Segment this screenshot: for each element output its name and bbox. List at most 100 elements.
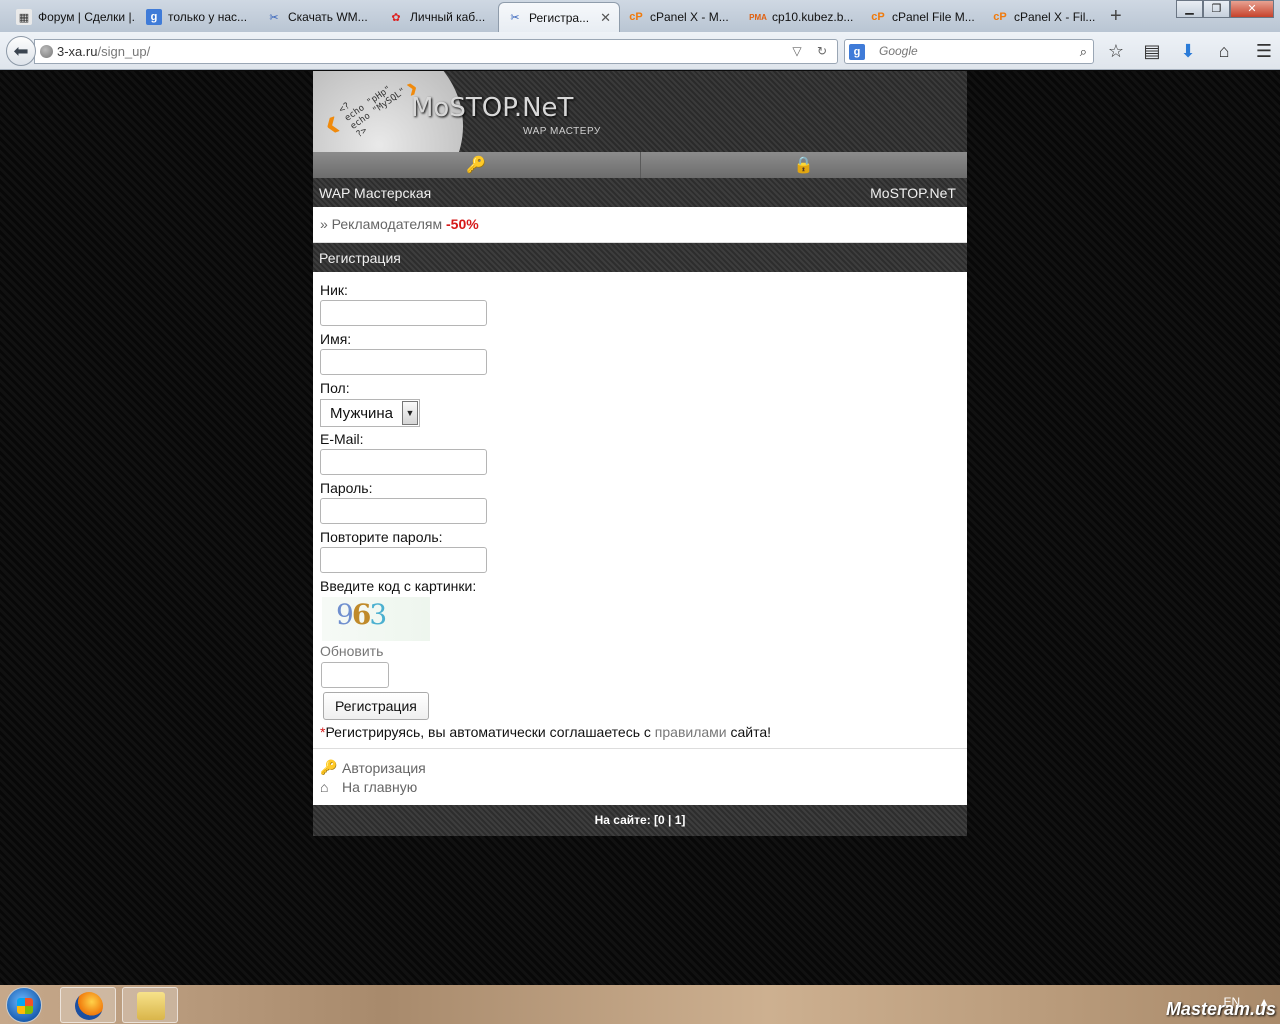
ad-discount: -50%: [446, 216, 479, 232]
email-input[interactable]: [320, 449, 487, 475]
home-link[interactable]: ⌂ На главную: [320, 777, 960, 796]
section-title: Регистрация: [319, 249, 401, 266]
nick-input[interactable]: [320, 300, 487, 326]
windows-taskbar: EN ▲ Masteram.us: [0, 985, 1280, 1024]
address-bar[interactable]: 3-xa.ru/sign_up/ ▽ ↻: [34, 39, 838, 64]
house-icon: ⌂: [320, 778, 329, 795]
registration-form: Ник: Имя: Пол: Мужчина ▼ E-Mail: Пароль:…: [313, 272, 967, 805]
nav-link-wap[interactable]: WAP Мастерская: [319, 185, 431, 201]
password-input[interactable]: [320, 498, 487, 524]
ad-box: » Рекламодателям -50%: [313, 207, 967, 243]
rules-link[interactable]: правилами: [655, 724, 727, 740]
phpmyadmin-icon: PMA: [749, 12, 767, 22]
taskbar-explorer[interactable]: [122, 987, 178, 1023]
captcha-digits: 963: [336, 598, 387, 631]
register-lock-button[interactable]: 🔒: [639, 152, 968, 178]
site-container: <? echo "pHp" echo "MySQL" ?> ‹ › MoSTOP.Ne…: [313, 71, 967, 836]
site-header: <? echo "pHp" echo "MySQL" ?> ‹ › MoSTOP.Ne…: [313, 71, 967, 152]
cpanel-icon: cP: [993, 11, 1007, 23]
reload-icon[interactable]: ▽ ↻: [792, 40, 833, 63]
browser-tab[interactable]: cP cPanel X - Fil...: [984, 2, 1104, 32]
browser-tab[interactable]: ✿ Личный каб...: [380, 2, 498, 32]
firefox-icon: [75, 992, 103, 1020]
tools-icon: ✂: [269, 11, 279, 24]
captcha-input[interactable]: [321, 662, 389, 688]
menu-icon[interactable]: ☰: [1256, 41, 1272, 62]
browser-tab[interactable]: g только у нас...: [138, 2, 258, 32]
icon-nav-row: 🔑 🔒: [313, 152, 967, 178]
browser-tab[interactable]: ▦ Форум | Сделки |...: [8, 2, 136, 32]
login-link[interactable]: 🔑 Авторизация: [320, 758, 960, 777]
maximize-icon[interactable]: ❐: [1203, 0, 1230, 18]
tools-icon: ✂: [510, 12, 520, 24]
gender-label: Пол:: [320, 380, 350, 396]
section-header: Регистрация: [313, 243, 967, 272]
toolbar-icons: ☆ ▤ ⬇ ⌂: [1104, 41, 1236, 62]
bookmark-star-icon[interactable]: ☆: [1104, 41, 1128, 62]
url-host: 3-xa.ru: [57, 44, 98, 59]
login-link-label: Авторизация: [342, 759, 426, 776]
arrow-left-icon: ⬅: [13, 40, 29, 61]
agreement-suffix: сайта!: [730, 724, 772, 740]
chevron-down-icon[interactable]: ▼: [402, 401, 418, 425]
name-input[interactable]: [320, 349, 487, 375]
name-label: Имя:: [320, 331, 352, 347]
password-repeat-label: Повторите пароль:: [320, 529, 443, 545]
gender-value: Мужчина: [330, 404, 394, 422]
taskbar-firefox[interactable]: [60, 987, 116, 1023]
browser-tab[interactable]: cP cPanel File M...: [862, 2, 982, 32]
window-controls: ▁ ❐ ✕: [1176, 0, 1274, 18]
ad-line[interactable]: » Рекламодателям -50%: [313, 207, 967, 243]
minimize-icon[interactable]: ▁: [1176, 0, 1203, 18]
back-button[interactable]: ⬅: [6, 36, 36, 66]
nav-link-home[interactable]: MoSTOP.NeT: [870, 185, 956, 201]
home-icon[interactable]: ⌂: [1212, 41, 1236, 62]
site-nav-bar: WAP Мастерская MoSTOP.NeT: [313, 178, 967, 207]
browser-tab[interactable]: PMA cp10.kubez.b...: [742, 2, 862, 32]
lock-icon: 🔒: [793, 157, 814, 174]
cpanel-icon: cP: [629, 11, 643, 23]
captcha-image: 963: [322, 597, 430, 641]
bottom-links: 🔑 Авторизация ⌂ На главную: [313, 748, 967, 805]
site-identity-icon[interactable]: [40, 45, 53, 58]
folder-icon: [137, 992, 165, 1020]
agreement-sentence: Регистрируясь, вы автоматически соглашае…: [325, 724, 651, 740]
agreement-text: *Регистрируясь, вы автоматически соглаша…: [320, 724, 960, 740]
search-box[interactable]: g Google ⌕: [844, 39, 1094, 64]
forum-icon: ▦: [16, 9, 32, 25]
password-repeat-input[interactable]: [320, 547, 487, 573]
gender-select[interactable]: Мужчина ▼: [320, 399, 420, 427]
google-search-engine-icon[interactable]: g: [849, 44, 865, 60]
login-key-button[interactable]: 🔑: [313, 152, 640, 178]
color-icon: ✿: [391, 11, 401, 24]
cpanel-icon: cP: [871, 11, 885, 23]
url-path: /sign_up/: [97, 44, 151, 59]
start-button[interactable]: [6, 987, 42, 1023]
download-icon[interactable]: ⬇: [1176, 41, 1200, 62]
register-button[interactable]: Регистрация: [323, 692, 429, 720]
home-link-label: На главную: [342, 778, 418, 795]
captcha-refresh-link[interactable]: Обновить: [320, 642, 960, 660]
ad-link[interactable]: » Рекламодателям: [320, 216, 442, 232]
site-tagline: WAP МАСТЕРУ: [523, 126, 601, 137]
nick-label: Ник:: [320, 282, 348, 298]
browser-tab-bar: ▦ Форум | Сделки |... g только у нас... …: [0, 0, 1280, 32]
key-icon: 🔑: [320, 759, 338, 775]
browser-tab-active[interactable]: ✂ Регистра... ✕: [498, 2, 620, 32]
search-placeholder: Google: [879, 44, 918, 58]
captcha-label: Введите код с картинки:: [320, 578, 477, 594]
bookmarks-list-icon[interactable]: ▤: [1140, 41, 1164, 62]
site-logo[interactable]: MoSTOP.NeT: [411, 93, 573, 123]
close-tab-icon[interactable]: ✕: [600, 10, 611, 26]
password-label: Пароль:: [320, 480, 373, 496]
search-icon[interactable]: ⌕: [1080, 40, 1087, 63]
online-counter: На сайте: [0 | 1]: [313, 805, 967, 836]
watermark-logo: Masteram.us: [1165, 999, 1276, 1019]
new-tab-icon[interactable]: +: [1110, 5, 1122, 28]
browser-tab[interactable]: ✂ Скачать WM...: [258, 2, 378, 32]
key-icon: 🔑: [466, 157, 487, 174]
browser-tab[interactable]: cP cPanel X - M...: [620, 2, 740, 32]
browser-nav-bar: 3-xa.ru/sign_up/ ▽ ↻ ⬅ g Google ⌕ ☆ ▤ ⬇ …: [0, 32, 1280, 70]
google-icon: g: [146, 9, 162, 25]
close-window-icon[interactable]: ✕: [1230, 0, 1274, 18]
